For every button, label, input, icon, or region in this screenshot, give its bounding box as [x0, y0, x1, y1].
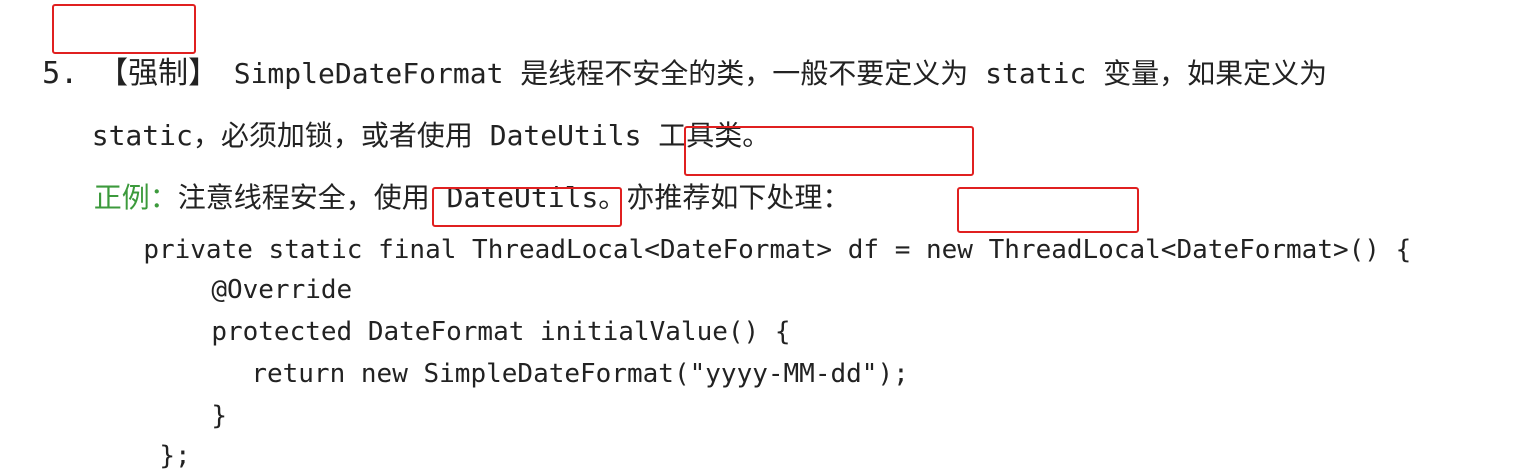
code-return-statement: return new SimpleDateFormat("yyyy-MM-dd"…	[251, 359, 909, 389]
code-type-threadlocal-2: ThreadLocal	[988, 235, 1161, 265]
code-method-close: }	[211, 401, 227, 431]
code-line-1-post: <DateFormat>() {	[1160, 235, 1412, 265]
code-line-1-mid: <DateFormat> df = new	[644, 235, 989, 265]
code-line-4: return new SimpleDateFormat("yyyy-MM-dd"…	[220, 314, 909, 394]
code-class-close: };	[159, 441, 191, 471]
code-line-6: };	[128, 396, 191, 476]
code-type-threadlocal-1: ThreadLocal	[472, 235, 645, 265]
